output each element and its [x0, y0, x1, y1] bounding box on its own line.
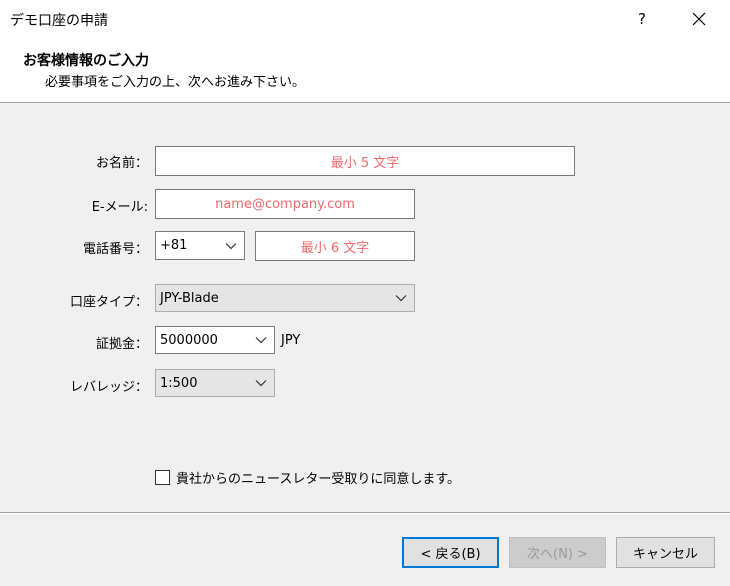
leverage-value: 1:500 [160, 375, 198, 391]
name-label: お名前： [95, 156, 148, 171]
name-input[interactable]: 最小 5 文字 [155, 146, 575, 176]
close-button[interactable] [676, 6, 722, 32]
title-bar [0, 0, 730, 38]
wizard-header: お客様情報のご入力 必要事項をご入力の上、次へお進み下さい。 [0, 38, 730, 103]
email-input[interactable]: name@company.com [155, 189, 415, 219]
help-button[interactable]: ? [622, 6, 662, 32]
country-code-select[interactable]: +81 [155, 231, 245, 260]
name-placeholder: 最小 5 文字 [330, 155, 400, 171]
account-type-value: JPY-Blade [160, 290, 219, 306]
chevron-down-icon [224, 241, 238, 251]
back-button[interactable]: < 戻る(B) [402, 537, 499, 568]
account-type-select[interactable]: JPY-Blade [155, 284, 415, 312]
deposit-currency: JPY [281, 333, 301, 348]
leverage-select[interactable]: 1:500 [155, 369, 275, 397]
next-button[interactable]: 次へ(N) > [509, 537, 606, 568]
header-subtitle: 必要事項をご入力の上、次へお進み下さい。 [45, 75, 306, 90]
footer-separator-highlight [0, 513, 730, 514]
newsletter-checkbox[interactable] [155, 470, 170, 485]
cancel-button[interactable]: キャンセル [616, 537, 715, 568]
phone-placeholder: 最小 6 文字 [300, 240, 370, 256]
newsletter-label[interactable]: 貴社からのニュースレター受取りに同意します。 [176, 468, 460, 487]
deposit-select[interactable]: 5000000 [155, 326, 275, 354]
header-title: お客様情報のご入力 [23, 53, 149, 69]
deposit-value: 5000000 [160, 332, 218, 348]
country-code-value: +81 [160, 238, 188, 253]
account-type-label: 口座タイプ： [69, 295, 148, 310]
chevron-down-icon [394, 293, 408, 303]
phone-label: 電話番号： [82, 242, 148, 257]
email-label: E-メール: [91, 200, 148, 215]
chevron-down-icon [254, 378, 268, 388]
window-title: デモ口座の申請 [10, 13, 108, 29]
email-placeholder: name@company.com [215, 196, 355, 212]
leverage-label: レバレッジ： [69, 380, 148, 395]
close-icon [692, 12, 706, 26]
phone-input[interactable]: 最小 6 文字 [255, 231, 415, 261]
deposit-label: 証拠金： [95, 337, 148, 352]
chevron-down-icon [254, 335, 268, 345]
